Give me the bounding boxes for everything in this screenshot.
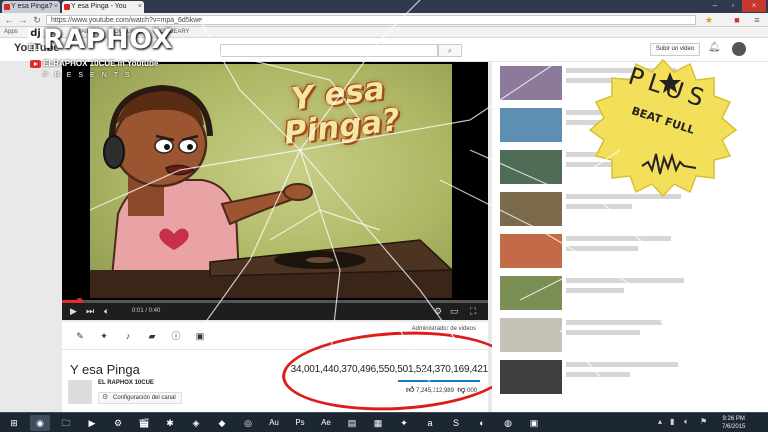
amazon-icon[interactable]: a [420,415,440,431]
screen: Y esa Pinga? × Y esa Pinga - You × – ▫ ×… [0,0,768,432]
next-icon[interactable]: ⏭︎ [86,305,94,318]
tab-favicon-icon [4,4,10,10]
reload-icon[interactable]: ↻ [32,14,42,26]
gear-icon: ⚙ [102,394,109,401]
app-icon[interactable]: ◆ [212,415,232,431]
app-icon[interactable]: ✦ [394,415,414,431]
minimize-window-icon[interactable]: – [706,0,724,12]
edit-pencil-icon[interactable]: ✎ [74,330,86,342]
youtube-favicon-icon [64,4,70,10]
upload-button[interactable]: Subir un video [650,43,700,56]
subtitles-cc-icon[interactable]: ▣ [194,330,206,342]
suggested-video-text [566,236,716,264]
app-icon[interactable]: ✱ [160,415,180,431]
app-icon[interactable]: ◎ [238,415,258,431]
search-input[interactable] [220,44,438,57]
tab-label: Y esa Pinga - You [71,3,127,10]
video-player[interactable]: Y esa Pinga? ▶ ⏭︎ 🔈︎ 0:01 / 0:40 ⚙ ▭ ⛶ [62,62,488,320]
speaker-icon[interactable]: 🔈︎ [684,417,689,427]
media-player-icon[interactable]: ▶ [82,415,102,431]
suggested-video-text [566,320,716,348]
taskbar-clock[interactable]: 9:26 PM 7/6/2015 [722,415,745,431]
tab-label: Y esa Pinga? [11,3,53,10]
after-effects-icon[interactable]: Ae [316,415,336,431]
app-icon[interactable]: ◈ [186,415,206,431]
suggested-video-thumbnail[interactable] [500,108,562,142]
dj-label: dj [28,28,43,41]
suggested-video-thumbnail[interactable] [500,360,562,394]
bookmark-apps[interactable]: Apps [4,27,18,38]
app-icon[interactable]: ▤ [342,415,362,431]
info-icon[interactable]: ⓘ [170,330,182,342]
channel-settings-label: Configuración del canal [113,395,176,401]
flag-icon[interactable]: ⚑ [700,417,707,426]
suggested-video-thumbnail[interactable] [500,192,562,226]
suggested-video-thumbnail[interactable] [500,150,562,184]
app-icon[interactable]: ▦ [368,415,388,431]
close-tab-icon[interactable]: × [54,1,58,13]
notifications-bell-icon[interactable]: 🔔︎ [708,42,721,53]
app-icon[interactable]: ◐ [472,415,492,431]
suggested-video-thumbnail[interactable] [500,276,562,310]
channel-settings-button[interactable]: ⚙ Configuración del canal [98,392,182,404]
chrome-taskbar-icon[interactable]: ◉ [30,415,50,431]
suggested-video-text [566,278,716,306]
video-artwork: Y esa Pinga? [90,64,452,298]
suggested-video-thumbnail[interactable] [500,234,562,268]
windows-start-icon[interactable]: ⊞ [4,415,24,431]
tab-y-esa-pinga[interactable]: Y esa Pinga? × [2,1,60,13]
skype-icon[interactable]: S [446,415,466,431]
annotations-icon[interactable]: ▰ [146,330,158,342]
audio-note-icon[interactable]: ♪ [122,330,134,342]
youtube-play-icon [30,60,41,68]
tray-up-arrow-icon[interactable]: ▴ [658,417,662,426]
player-controls: ▶ ⏭︎ 🔈︎ 0:01 / 0:40 ⚙ ▭ ⛶ [62,303,488,320]
browser-tab-strip: Y esa Pinga? × Y esa Pinga - You × – ▫ × [0,0,768,13]
video-title: Y esa Pinga [70,362,140,377]
tab-youtube-video[interactable]: Y esa Pinga - You × [62,1,144,13]
theater-mode-icon[interactable]: ▭ [450,305,459,318]
settings-gear-icon[interactable]: ⚙ [434,305,442,318]
file-explorer-icon[interactable]: 🗀︎ [56,415,76,431]
windows-taskbar: ⊞ ◉ 🗀︎ ▶ ⚙ 🎬︎ ✱ ◈ ◆ ◎ Au Ps Ae ▤ ▦ ✦ a S… [0,412,768,432]
network-icon[interactable]: ▮ [670,417,674,426]
channel-avatar[interactable] [68,380,92,404]
suggested-video-text [566,362,716,390]
app-icon[interactable]: ◍ [498,415,518,431]
video-editor-icon[interactable]: 🎬︎ [134,415,154,431]
close-tab-icon[interactable]: × [138,1,142,13]
close-window-icon[interactable]: × [742,0,766,12]
clock-date: 7/6/2015 [722,424,746,430]
brand-title: RAPHOX [43,24,173,55]
extension-icon[interactable]: ■ [732,14,742,26]
forward-icon[interactable]: → [18,14,28,26]
presents-label: PRESENTS [43,72,137,79]
suggested-video-text [566,194,716,222]
clock-time: 9:26 PM [722,416,745,422]
enhance-wand-icon[interactable]: ✦ [98,330,110,342]
channel-name[interactable]: EL RAPHOX 10CUE [98,380,154,386]
search-icon[interactable]: ⌕ [438,44,462,57]
audition-icon[interactable]: Au [264,415,284,431]
account-avatar[interactable] [732,42,746,56]
photoshop-icon[interactable]: Ps [290,415,310,431]
back-icon[interactable]: ← [4,14,14,26]
brand-el-label: EL [28,43,39,52]
app-icon[interactable]: ▣ [524,415,544,431]
settings-taskbar-icon[interactable]: ⚙ [108,415,128,431]
brand-subtitle: ELRAPHOX 10CUE in Youtube [43,59,159,68]
maximize-window-icon[interactable]: ▫ [724,0,742,12]
fullscreen-icon[interactable]: ⛶ [470,305,476,318]
suggested-video-thumbnail[interactable] [500,318,562,352]
menu-icon[interactable]: ≡ [752,14,762,26]
volume-icon[interactable]: 🔈︎ [104,305,109,318]
bookmark-star-icon[interactable]: ★ [704,14,714,26]
video-time-display: 0:01 / 0:40 [132,308,161,314]
suggested-video-thumbnail[interactable] [500,66,562,100]
play-icon[interactable]: ▶ [70,305,77,318]
